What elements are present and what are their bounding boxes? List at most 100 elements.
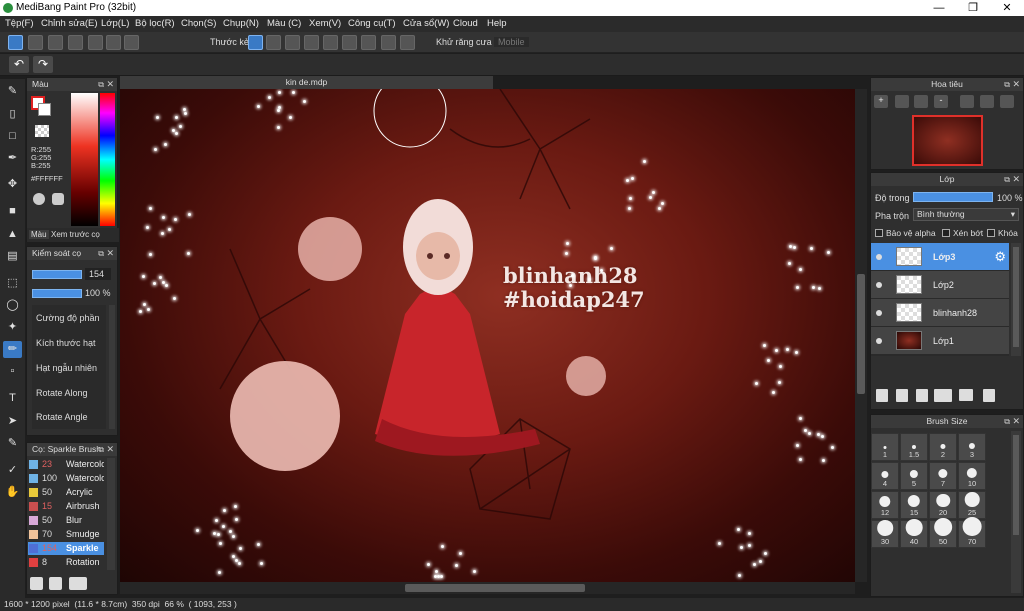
settings-icon[interactable]: [400, 35, 415, 50]
menu-view[interactable]: Xem(V): [309, 18, 341, 29]
parallel-ruler-icon[interactable]: [266, 35, 281, 50]
eyedropper-icon[interactable]: ✓: [3, 462, 22, 479]
gradient-tool-icon[interactable]: ▤: [3, 248, 22, 265]
duplicate-layer-icon[interactable]: [916, 389, 928, 402]
brush-size-cell[interactable]: 5: [900, 462, 928, 490]
close-icon[interactable]: ✕: [106, 247, 114, 260]
brush-item[interactable]: 100 Watercolor: [28, 472, 104, 485]
tab-brush-preview[interactable]: Xem trước cọ: [51, 230, 100, 239]
canvas-hscroll-thumb[interactable]: [405, 584, 585, 592]
menu-snap[interactable]: Chụp(N): [223, 18, 259, 29]
close-icon[interactable]: ✕: [1012, 415, 1020, 428]
brush-size-cell[interactable]: 7: [929, 462, 957, 490]
concentric-icon[interactable]: [342, 35, 357, 50]
close-icon[interactable]: ✕: [106, 78, 114, 91]
brush-options-scrollbar[interactable]: [109, 305, 115, 429]
blend-mode-select[interactable]: Bình thường ▾: [913, 208, 1019, 221]
menu-edit[interactable]: Chỉnh sửa(E): [41, 18, 98, 29]
rotate-left-icon[interactable]: [960, 95, 974, 108]
operation-tool-icon[interactable]: ➤: [3, 413, 22, 430]
brush-size-cell[interactable]: 30: [871, 520, 899, 548]
radial-icon[interactable]: [323, 35, 338, 50]
layers-scroll-thumb[interactable]: [1013, 247, 1019, 347]
popout-icon[interactable]: ⧉: [1004, 415, 1010, 428]
dot-brush-icon[interactable]: ✒: [3, 150, 22, 167]
background-color-swatch[interactable]: [38, 103, 51, 116]
eraser-tool-icon[interactable]: ▯: [3, 106, 22, 123]
minimize-button[interactable]: —: [922, 0, 956, 16]
brush-size-cell[interactable]: 20: [929, 491, 957, 519]
lasso-icon[interactable]: ◯: [3, 297, 22, 314]
brush-size-scroll-thumb[interactable]: [1013, 435, 1019, 535]
brush-item[interactable]: 50 Acrylic: [28, 486, 104, 499]
menu-window[interactable]: Cửa sổ(W): [403, 18, 449, 29]
text-tool-icon[interactable]: T: [3, 390, 22, 407]
menu-filter[interactable]: Bộ lọc(R): [135, 18, 175, 29]
brush-size-slider[interactable]: [32, 270, 82, 279]
option-random-particle[interactable]: Hạt ngẫu nhiên: [36, 363, 97, 373]
layer-row[interactable]: Lớp1: [871, 327, 1009, 355]
chat-icon[interactable]: [68, 35, 83, 50]
brush-size-cell[interactable]: 10: [958, 462, 986, 490]
menu-cloud[interactable]: Cloud: [453, 18, 478, 29]
curve-ruler-icon[interactable]: [361, 35, 376, 50]
navigator-thumbnail[interactable]: [912, 115, 983, 166]
popout-icon[interactable]: ⧉: [1004, 173, 1010, 186]
gear-icon[interactable]: ⚙: [994, 249, 1006, 265]
protect-alpha-checkbox[interactable]: [875, 229, 883, 237]
brush-size-cell[interactable]: 50: [929, 518, 957, 548]
add-brush-icon[interactable]: [30, 577, 43, 590]
new-layer-icon[interactable]: [876, 389, 888, 402]
clipping-checkbox[interactable]: [942, 229, 950, 237]
reset-view-icon[interactable]: [980, 95, 994, 108]
brush-size-cell[interactable]: 70: [958, 517, 986, 548]
brush-item[interactable]: 15 Airbrush: [28, 500, 104, 513]
brush-opacity-slider[interactable]: [32, 289, 82, 298]
brush-size-cell[interactable]: 3: [958, 433, 986, 461]
undo-icon[interactable]: ↶: [9, 56, 29, 73]
layer-row[interactable]: Lớp2: [871, 271, 1009, 299]
menu-file[interactable]: Tệp(F): [5, 18, 34, 29]
visibility-icon[interactable]: [876, 282, 882, 288]
select-rect-icon[interactable]: ⬚: [3, 275, 22, 292]
brush-size-cell[interactable]: 25: [958, 491, 986, 519]
document-tab[interactable]: kin de.mdp: [120, 76, 493, 89]
close-window-button[interactable]: ✕: [990, 0, 1024, 16]
canvas-horizontal-scrollbar[interactable]: [120, 582, 855, 594]
hue-slider[interactable]: [100, 93, 115, 226]
grid-icon[interactable]: [124, 35, 139, 50]
brush-item[interactable]: 23 Watercolor: [28, 458, 104, 471]
hand-tool-icon[interactable]: ✋: [3, 484, 22, 501]
visibility-icon[interactable]: [876, 254, 882, 260]
brush-size-value[interactable]: 154: [85, 268, 111, 280]
popout-icon[interactable]: ⧉: [98, 247, 104, 260]
magic-wand-icon[interactable]: ✦: [3, 319, 22, 336]
close-icon[interactable]: ✕: [1012, 173, 1020, 186]
new-halftone-layer-icon[interactable]: [896, 389, 908, 402]
menu-color[interactable]: Màu (C): [267, 18, 301, 29]
menu-tools[interactable]: Công cụ(T): [348, 18, 396, 29]
brush-size-cell[interactable]: 1: [871, 433, 899, 461]
rotate-right-icon[interactable]: [1000, 95, 1014, 108]
drawing-canvas[interactable]: blinhanh28 #hoidap247: [120, 89, 855, 582]
fit-icon[interactable]: [914, 95, 928, 108]
close-icon[interactable]: ✕: [1012, 78, 1020, 91]
brush-menu-icon[interactable]: [69, 577, 87, 590]
layers-scrollbar[interactable]: [1011, 243, 1021, 356]
ellipse-ruler-icon[interactable]: [381, 35, 396, 50]
eyedrop-palette-icon[interactable]: [52, 193, 64, 205]
brush-item[interactable]: 8 Rotation: [28, 556, 104, 569]
fill-rect-icon[interactable]: ■: [3, 203, 22, 220]
brush-tool-icon[interactable]: ✎: [3, 83, 22, 100]
brush-item[interactable]: 50 Blur: [28, 514, 104, 527]
palette-icon[interactable]: [33, 193, 45, 205]
layer-opacity-slider[interactable]: [913, 192, 993, 202]
menu-help[interactable]: Help: [487, 18, 507, 29]
brush-size-cell[interactable]: 12: [871, 491, 899, 519]
brush-size-cell[interactable]: 15: [900, 491, 928, 519]
layer-row-selected[interactable]: Lớp3 ⚙: [871, 243, 1009, 271]
brush-size-cell[interactable]: 2: [929, 433, 957, 461]
menu-select[interactable]: Chọn(S): [181, 18, 216, 29]
rectangle-tool-icon[interactable]: □: [3, 128, 22, 145]
brush-size-scrollbar[interactable]: [1011, 431, 1021, 593]
